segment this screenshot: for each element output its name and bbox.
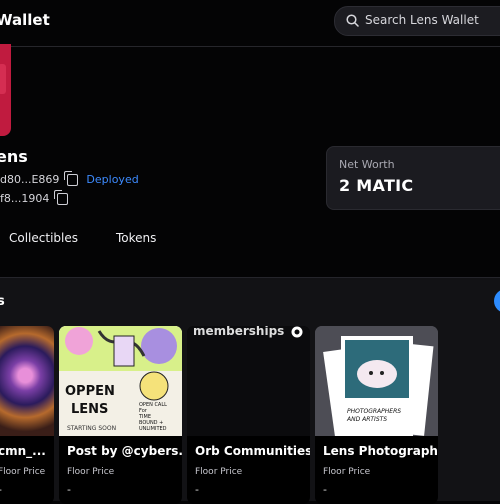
nft-title: Orb Communities <box>195 444 310 458</box>
nft-card[interactable]: memberships Orb Communities Floor Price … <box>187 326 310 504</box>
image-text-photographers: PHOTOGRAPHERS AND ARTISTS <box>347 408 402 423</box>
copy-icon[interactable] <box>64 170 79 186</box>
deployed-status: Deployed <box>86 173 139 186</box>
image-text-memberships: memberships <box>193 326 285 338</box>
floor-price-label: Floor Price <box>323 467 371 477</box>
image-text-call: OPEN CALL For TIME BOUND + UNLIMITED <box>139 402 167 432</box>
nft-image <box>0 326 54 436</box>
nft-card[interactable]: PHOTOGRAPHERS AND ARTISTS Lens Photograp… <box>315 326 438 504</box>
nft-card[interactable]: OPPEN LENS STARTING SOON OPEN CALL For T… <box>59 326 182 504</box>
net-worth-value: 2 MATIC <box>339 176 414 195</box>
wallet-address: d80...E869 <box>0 173 60 186</box>
nft-image: PHOTOGRAPHERS AND ARTISTS <box>315 326 438 442</box>
net-worth-label: Net Worth <box>339 158 395 171</box>
nft-title: Post by @cybers... <box>67 444 182 458</box>
owner-address-row: f8...1904 <box>0 189 69 205</box>
floor-price-value: - <box>323 483 327 496</box>
image-text-starting: STARTING SOON <box>67 425 117 432</box>
nft-title: Lens Photograph... <box>323 444 438 458</box>
floor-price-label: Floor Price <box>0 467 46 477</box>
net-worth-card: Net Worth 2 MATIC <box>326 146 500 210</box>
copy-owner-icon[interactable] <box>54 189 69 205</box>
image-text-lens: LENS <box>71 402 109 417</box>
profile-avatar <box>0 44 11 136</box>
nft-image: OPPEN LENS STARTING SOON OPEN CALL For T… <box>59 326 182 436</box>
floor-price-value: - <box>195 483 199 496</box>
owner-address: f8...1904 <box>0 192 50 205</box>
address-row: d80...E869 Deployed <box>0 170 139 186</box>
app-title: Wallet <box>0 11 50 29</box>
search-placeholder: Search Lens Wallet <box>365 13 479 27</box>
orb-logo-icon <box>291 326 303 338</box>
floor-price-label: Floor Price <box>67 467 115 477</box>
floor-price-value: - <box>67 483 71 496</box>
tab-tokens[interactable]: Tokens <box>116 231 156 245</box>
section-title: s <box>0 294 5 309</box>
search-icon <box>346 14 359 27</box>
nft-card[interactable]: cmn_... Floor Price - <box>0 326 54 504</box>
floor-price-label: Floor Price <box>195 467 243 477</box>
search-input[interactable]: Search Lens Wallet <box>334 6 500 36</box>
floor-price-value: - <box>0 483 2 496</box>
nft-image: memberships <box>187 326 310 436</box>
nft-title: cmn_... <box>0 444 46 458</box>
tab-collectibles[interactable]: Collectibles <box>9 231 78 245</box>
profile-name: ens <box>0 147 28 166</box>
image-text-open: OPPEN <box>65 384 115 399</box>
